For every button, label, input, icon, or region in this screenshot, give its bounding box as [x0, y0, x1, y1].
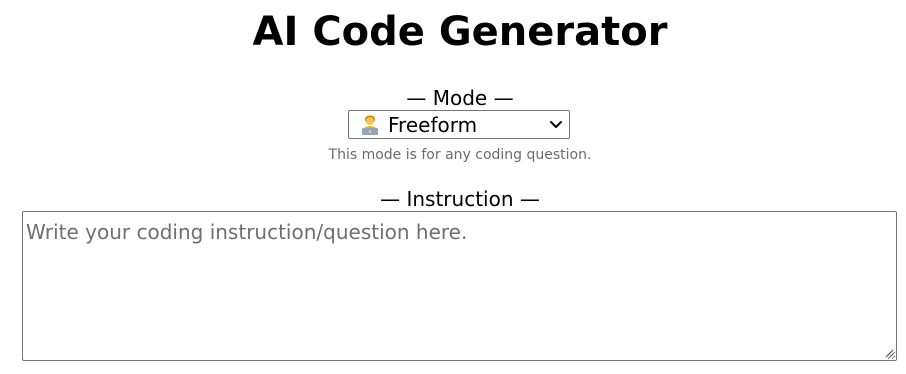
chevron-down-icon [550, 120, 562, 128]
technologist-emoji-icon [362, 115, 378, 135]
mode-label: — Mode — [406, 86, 514, 110]
mode-select[interactable]: Freeform [348, 110, 570, 139]
instruction-label: — Instruction — [380, 187, 540, 211]
mode-select-value: Freeform [388, 112, 478, 137]
page-title: AI Code Generator [252, 9, 668, 55]
page: AI Code Generator — Mode — Freeform This… [0, 0, 906, 374]
instruction-textarea[interactable] [22, 211, 897, 361]
mode-description: This mode is for any coding question. [328, 147, 592, 163]
